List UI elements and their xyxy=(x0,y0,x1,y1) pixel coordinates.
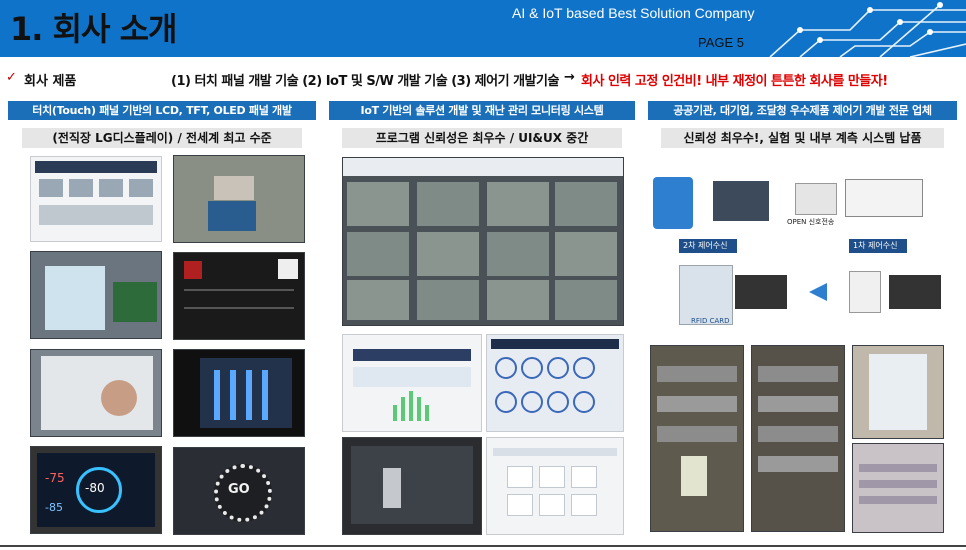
secondary-receiver-label: 2차 제어수신 xyxy=(683,241,728,250)
rfid-card-label: RFID CARD xyxy=(691,317,730,325)
photo-finger-touch xyxy=(30,349,162,437)
gauge-value-bottom: -85 xyxy=(45,501,63,514)
section-description: (1) 터치 패널 개발 기술 (2) IoT 및 S/W 개발 기술 (3) … xyxy=(171,74,559,89)
status-grid-screenshot xyxy=(486,437,624,535)
dashboard-graph-screenshot xyxy=(342,334,482,432)
photo-go-dial: GO xyxy=(173,447,305,535)
column-subheading-iot: 프로그램 신뢰성은 최우수 / UI&UX 중간 xyxy=(342,128,622,148)
column-subheading-touch: (전직장 LG디스플레이) / 전세계 최고 수준 xyxy=(22,128,302,148)
column-subheading-controller: 신뢰성 최우수!, 실험 및 내부 계측 시스템 납품 xyxy=(661,128,944,148)
page-title: 1. 회사 소개 xyxy=(10,10,177,48)
arrow-left-icon xyxy=(809,283,827,301)
photo-control-cabinet-2 xyxy=(751,345,845,532)
camera-monitor-photo xyxy=(342,437,482,535)
gauge-value-left: -75 xyxy=(45,471,65,485)
section-highlight: 회사 인력 고정 인건비! 내부 재정이 튼튼한 회사를 만들자! xyxy=(581,74,888,89)
check-icon: ✓ xyxy=(6,70,17,85)
page-number: PAGE 5 xyxy=(698,35,745,50)
photo-dark-display xyxy=(173,252,305,340)
header-banner: 1. 회사 소개 AI & IoT based Best Solution Co… xyxy=(0,0,966,57)
circuit-decoration-icon xyxy=(769,2,966,57)
open-signal-label: OPEN 신호전송 xyxy=(787,218,835,226)
rfid-control-diagram: 2차 제어수신 1차 제어수신 OPEN 신호전송 RFID CARD xyxy=(649,157,945,335)
gauge-value-center: -80 xyxy=(85,481,105,495)
photo-touch-lcd-board xyxy=(30,251,162,339)
column-heading-iot: IoT 기반의 솔루션 개발 및 재난 관리 모니터링 시스템 xyxy=(329,101,635,120)
photo-relay-rows xyxy=(852,443,944,533)
photo-handheld-device xyxy=(173,155,305,243)
photo-control-cabinet-1 xyxy=(650,345,744,532)
photo-control-sliders xyxy=(173,349,305,437)
photo-gauge-display: -75 -80 -85 xyxy=(30,446,162,534)
footer-divider xyxy=(0,545,966,547)
company-tagline: AI & IoT based Best Solution Company xyxy=(512,5,755,21)
go-label: GO xyxy=(228,482,250,497)
monitoring-dashboard-screenshot xyxy=(342,157,624,326)
photo-touch-control-panel xyxy=(30,156,162,242)
section-row: ✓ 회사 제품 (1) 터치 패널 개발 기술 (2) IoT 및 S/W 개발… xyxy=(6,70,961,94)
photo-handheld-controller xyxy=(852,345,944,439)
gauge-grid-screenshot xyxy=(486,334,624,432)
arrow-icon: → xyxy=(564,70,575,85)
section-label: 회사 제품 xyxy=(24,74,77,89)
column-heading-controller: 공공기관, 대기업, 조달청 우수제품 제어기 개발 전문 업체 xyxy=(648,101,957,120)
column-heading-touch: 터치(Touch) 패널 기반의 LCD, TFT, OLED 패널 개발 xyxy=(8,101,316,120)
primary-receiver-label: 1차 제어수신 xyxy=(853,241,898,250)
